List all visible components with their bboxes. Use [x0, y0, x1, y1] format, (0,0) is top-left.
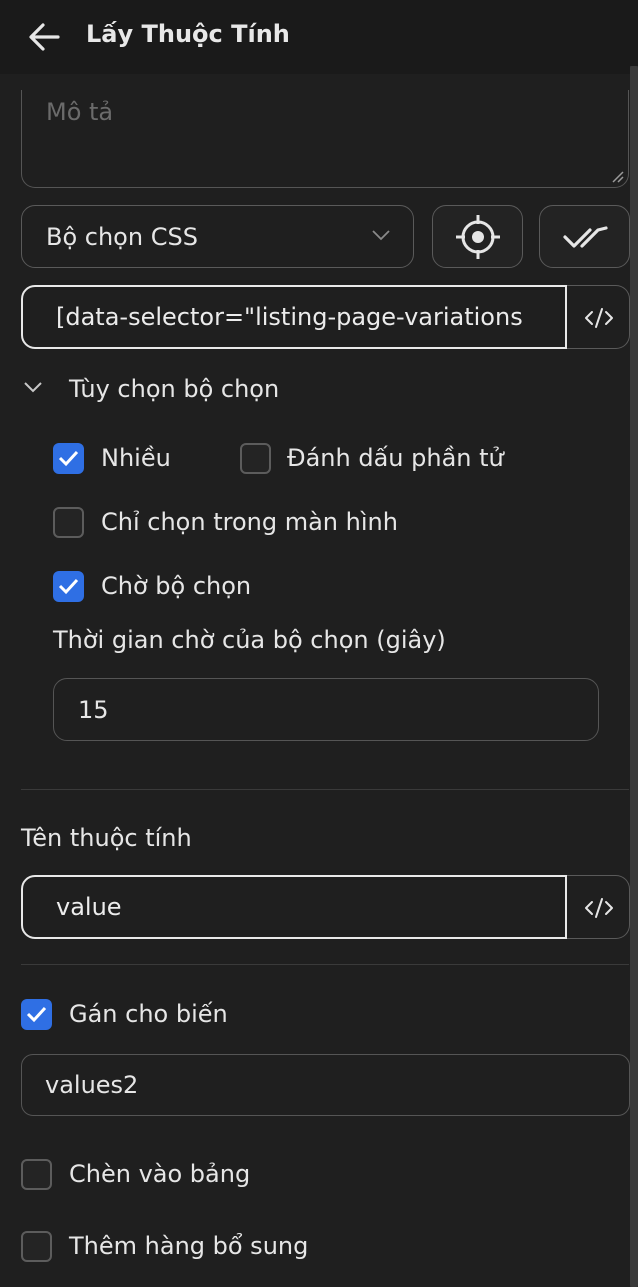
insert-table-checkbox[interactable]	[21, 1159, 52, 1190]
back-button[interactable]	[24, 18, 68, 58]
chevron-down-icon	[24, 382, 42, 393]
double-check-icon	[563, 226, 608, 248]
page-title: Lấy Thuộc Tính	[86, 20, 290, 48]
resize-handle-icon[interactable]	[610, 169, 624, 183]
code-icon	[585, 308, 613, 328]
selector-code-button[interactable]	[567, 285, 630, 349]
mark-element-checkbox[interactable]	[240, 443, 271, 474]
checkmark-icon	[26, 1006, 47, 1023]
selector-options-label: Tùy chọn bộ chọn	[69, 375, 280, 403]
assign-variable-checkbox[interactable]	[21, 999, 52, 1030]
arrow-left-icon	[29, 23, 60, 51]
only-visible-label: Chỉ chọn trong màn hình	[101, 508, 398, 536]
selector-options-toggle[interactable]: Tùy chọn bộ chọn	[21, 370, 341, 410]
selector-type-dropdown[interactable]: Bộ chọn CSS	[21, 205, 414, 268]
timeout-input[interactable]: 15	[53, 678, 599, 741]
attribute-name-label: Tên thuộc tính	[21, 824, 192, 852]
description-textarea[interactable]: Mô tả	[21, 90, 629, 188]
timeout-label: Thời gian chờ của bộ chọn (giây)	[53, 626, 446, 654]
checkmark-icon	[58, 578, 79, 595]
attribute-name-input[interactable]: value	[21, 875, 567, 939]
pick-element-button[interactable]	[432, 205, 523, 268]
divider	[21, 789, 629, 790]
divider	[21, 964, 629, 965]
selector-type-value: Bộ chọn CSS	[46, 223, 198, 251]
scrollbar[interactable]	[630, 66, 638, 1287]
only-visible-checkbox[interactable]	[53, 507, 84, 538]
variable-name-input[interactable]: values2	[21, 1054, 630, 1116]
extra-row-checkbox[interactable]	[21, 1231, 52, 1262]
multiple-checkbox[interactable]	[53, 443, 84, 474]
extra-row-label: Thêm hàng bổ sung	[69, 1232, 309, 1260]
attribute-code-button[interactable]	[567, 875, 630, 939]
description-placeholder: Mô tả	[46, 98, 114, 126]
header-bar: Lấy Thuộc Tính	[0, 0, 638, 74]
assign-variable-label: Gán cho biến	[69, 1000, 228, 1028]
insert-table-label: Chèn vào bảng	[69, 1160, 251, 1188]
crosshair-icon	[456, 215, 500, 259]
timeout-value: 15	[78, 696, 109, 724]
wait-selector-label: Chờ bộ chọn	[101, 572, 252, 600]
code-icon	[585, 898, 613, 918]
variable-name-value: values2	[45, 1071, 139, 1099]
wait-selector-checkbox[interactable]	[53, 571, 84, 602]
checkmark-icon	[58, 450, 79, 467]
verify-selector-button[interactable]	[539, 205, 630, 268]
chevron-down-icon	[372, 230, 390, 241]
multiple-label: Nhiều	[101, 444, 171, 472]
scrollbar-thumb[interactable]	[630, 66, 638, 1287]
selector-input[interactable]: [data-selector="listing-page-variations	[21, 285, 567, 349]
attribute-name-value: value	[56, 893, 122, 921]
selector-value: [data-selector="listing-page-variations	[56, 303, 523, 331]
mark-element-label: Đánh dấu phần tử	[287, 444, 504, 472]
